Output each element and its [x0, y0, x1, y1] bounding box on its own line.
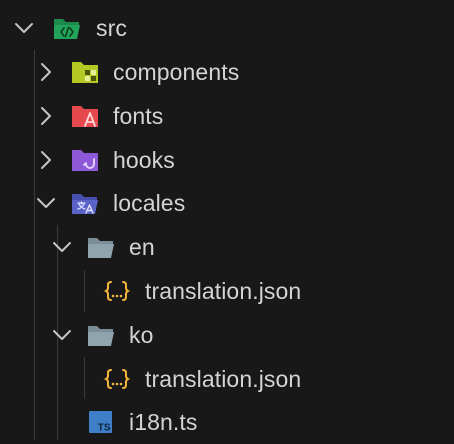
file-explorer-tree: src components fonts hooks locales en tr…: [0, 0, 454, 442]
chevron-right-icon[interactable]: [34, 60, 58, 84]
tree-item-label: hooks: [113, 147, 175, 173]
tree-item-label: locales: [113, 190, 186, 216]
chevron-down-icon[interactable]: [12, 16, 36, 40]
svg-text:TS: TS: [98, 423, 111, 434]
tree-item-label: translation.json: [145, 278, 302, 304]
tree-item-i18n-ts[interactable]: TS i18n.ts: [0, 400, 454, 444]
tree-item-en[interactable]: en: [0, 225, 454, 269]
chevron-right-icon[interactable]: [34, 104, 58, 128]
tree-item-label: ko: [129, 322, 154, 348]
tree-item-en-translation-json[interactable]: translation.json: [0, 269, 454, 313]
folder-components-icon: [70, 59, 100, 85]
chevron-down-icon[interactable]: [34, 191, 58, 215]
folder-open-icon: [86, 234, 116, 260]
tree-item-label: i18n.ts: [129, 409, 198, 435]
tree-item-ko[interactable]: ko: [0, 313, 454, 357]
chevron-down-icon[interactable]: [50, 323, 74, 347]
tree-item-fonts[interactable]: fonts: [0, 94, 454, 138]
folder-src-open-icon: [52, 15, 82, 41]
tree-item-ko-translation-json[interactable]: translation.json: [0, 357, 454, 401]
chevron-down-icon[interactable]: [50, 235, 74, 259]
folder-fonts-icon: [70, 103, 100, 129]
typescript-file-icon: TS: [86, 409, 116, 435]
folder-open-icon: [86, 322, 116, 348]
tree-item-label: components: [113, 59, 240, 85]
tree-item-label: fonts: [113, 103, 164, 129]
json-file-icon: [102, 278, 132, 304]
tree-item-label: en: [129, 234, 155, 260]
tree-item-label: translation.json: [145, 366, 302, 392]
tree-item-label: src: [96, 15, 127, 41]
json-file-icon: [102, 366, 132, 392]
chevron-right-icon[interactable]: [34, 148, 58, 172]
tree-item-components[interactable]: components: [0, 50, 454, 94]
tree-item-src[interactable]: src: [0, 6, 454, 50]
tree-item-locales[interactable]: locales: [0, 181, 454, 225]
folder-hooks-icon: [70, 147, 100, 173]
folder-locales-open-icon: [70, 190, 100, 216]
tree-item-hooks[interactable]: hooks: [0, 138, 454, 182]
